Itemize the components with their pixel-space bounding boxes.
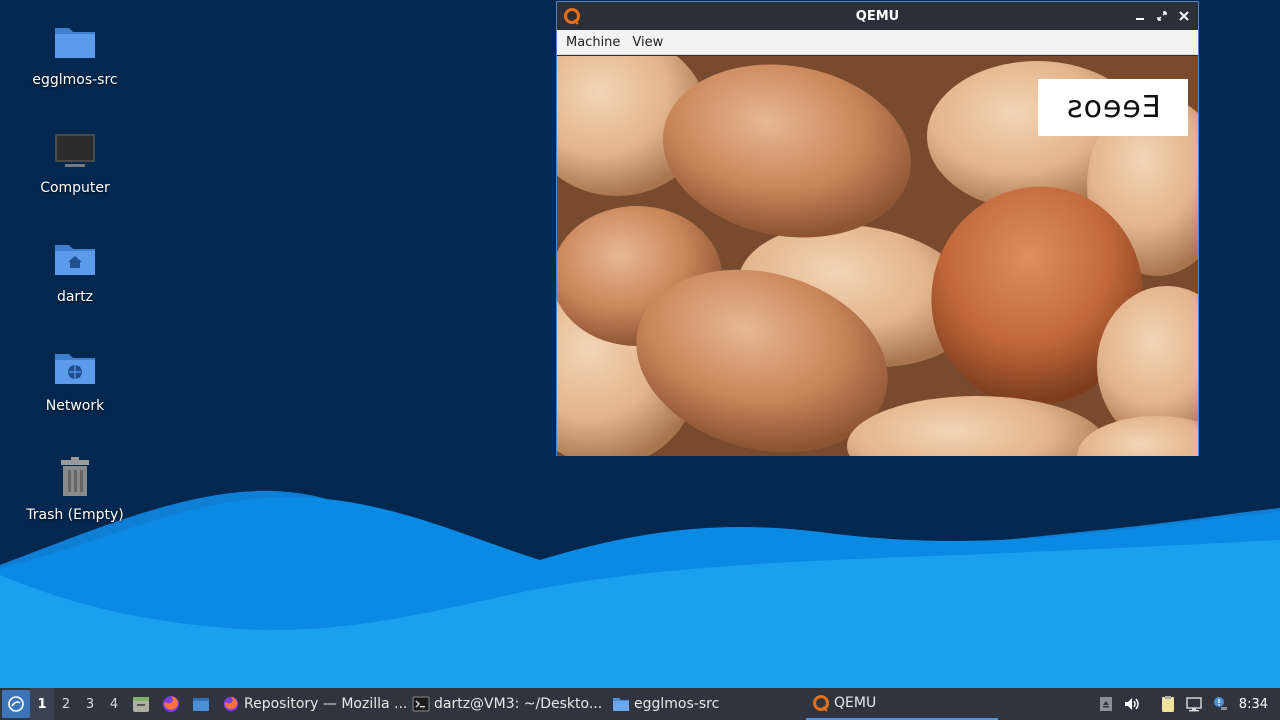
task-label: dartz@VM3: ~/Deskto...	[434, 696, 603, 712]
window-menubar: Machine View	[557, 30, 1198, 55]
workspace-4[interactable]: 4	[102, 688, 126, 720]
desktop-icon-label: Computer	[40, 180, 110, 196]
vm-display[interactable]: Eeeos	[557, 56, 1198, 456]
files-icon[interactable]	[186, 688, 216, 720]
vm-logo-text: Eeeos	[1065, 90, 1161, 125]
desktop-icon-label: egglmos-src	[32, 72, 118, 88]
computer-icon	[51, 126, 99, 174]
task-label: Repository — Mozilla ...	[244, 696, 406, 712]
window-title: QEMU	[855, 8, 900, 24]
tray-spacer	[1145, 688, 1155, 720]
task-label: egglmos-src	[634, 696, 720, 712]
workspace-2[interactable]: 2	[54, 688, 78, 720]
qemu-window[interactable]: QEMU Machine View Eeeos	[556, 1, 1199, 456]
clipboard-icon[interactable]	[1155, 688, 1181, 720]
task-firefox[interactable]: Repository — Mozilla ...	[216, 688, 406, 720]
task-qemu[interactable]: QEMU	[806, 688, 998, 720]
terminal-icon	[412, 695, 430, 713]
workspace-1[interactable]: 1	[30, 688, 54, 720]
volume-icon[interactable]	[1119, 688, 1145, 720]
task-terminal[interactable]: dartz@VM3: ~/Deskto...	[406, 688, 606, 720]
desktop-icon-dartz[interactable]: dartz	[10, 235, 140, 305]
vm-logo-box: Eeeos	[1038, 79, 1188, 136]
desktop-icon-label: dartz	[56, 289, 94, 305]
desktop-icon-computer[interactable]: Computer	[10, 126, 140, 196]
trash-icon	[51, 453, 99, 501]
start-menu-button[interactable]	[2, 690, 30, 718]
folder-icon	[612, 695, 630, 713]
desktop-icon-trash[interactable]: Trash (Empty)	[10, 453, 140, 523]
firefox-icon[interactable]	[156, 688, 186, 720]
maximize-icon[interactable]	[1154, 7, 1170, 25]
network-icon[interactable]	[1181, 688, 1207, 720]
eject-icon[interactable]	[1093, 688, 1119, 720]
task-label: QEMU	[834, 695, 877, 711]
desktop-icon-label: Trash (Empty)	[26, 507, 124, 523]
qemu-icon	[812, 694, 830, 712]
home-folder-icon	[51, 235, 99, 283]
firefox-icon	[222, 695, 240, 713]
desktop-icon-label: Network	[45, 398, 105, 414]
menu-machine[interactable]: Machine	[560, 35, 626, 50]
clock[interactable]: 8:34	[1233, 697, 1280, 712]
folder-icon	[51, 18, 99, 66]
minimize-icon[interactable]	[1132, 7, 1148, 25]
workspace-3[interactable]: 3	[78, 688, 102, 720]
network-folder-icon	[51, 344, 99, 392]
lubuntu-logo-icon	[8, 696, 24, 712]
task-folder[interactable]: egglmos-src	[606, 688, 806, 720]
taskbar: 1 2 3 4 Repository — Mozilla ... dartz@V…	[0, 688, 1280, 720]
desktop-icon-network[interactable]: Network	[10, 344, 140, 414]
window-titlebar[interactable]: QEMU	[557, 2, 1198, 30]
file-manager-icon[interactable]	[126, 688, 156, 720]
menu-view[interactable]: View	[626, 35, 669, 50]
notification-icon[interactable]	[1207, 688, 1233, 720]
system-tray: 8:34	[1093, 688, 1280, 720]
close-icon[interactable]	[1176, 7, 1192, 25]
desktop-icon-egglmos-src[interactable]: egglmos-src	[10, 18, 140, 88]
